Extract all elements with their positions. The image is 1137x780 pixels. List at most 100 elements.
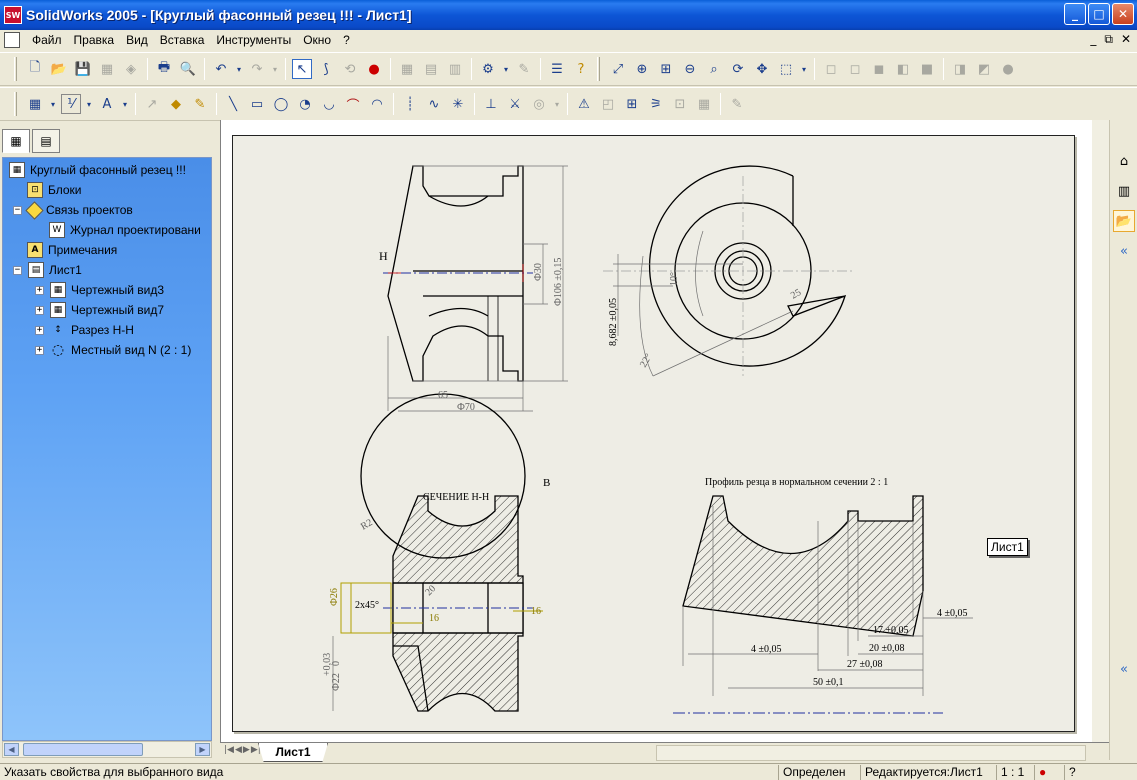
help-icon[interactable]: ? xyxy=(571,59,591,79)
tree-node-design-binder[interactable]: − Связь проектов xyxy=(13,200,133,220)
grid-icon-1[interactable]: ▦ xyxy=(397,59,417,79)
sketch-fillet-icon[interactable]: ◎ xyxy=(529,94,549,114)
tree-node-detail-view[interactable]: + ◌ Местный вид N (2 : 1) xyxy=(35,340,191,360)
rectangle-tool-icon[interactable]: ▭ xyxy=(247,94,267,114)
modify-sketch-icon[interactable]: ⚞ xyxy=(646,94,666,114)
line-format-icon[interactable]: ⅟ xyxy=(61,94,81,114)
select-filter-icon[interactable]: ⟆ xyxy=(316,59,336,79)
grid-icon-3[interactable]: ▥ xyxy=(445,59,465,79)
collapse-pane-icon[interactable]: « xyxy=(1113,240,1135,262)
toolbar-grip[interactable] xyxy=(14,57,17,81)
dim-10deg[interactable]: 10° xyxy=(669,272,680,286)
shaded-edges-icon[interactable]: ◧ xyxy=(893,59,913,79)
dim-50[interactable]: 50 ±0,1 xyxy=(813,677,844,688)
font-dropdown-icon[interactable]: ▾ xyxy=(121,94,129,114)
dim-65[interactable]: 65 xyxy=(438,390,448,401)
minimize-button[interactable]: _ xyxy=(1064,3,1086,25)
edit-sketch-icon[interactable]: ✎ xyxy=(514,59,534,79)
dim-4a[interactable]: 4 ±0,05 xyxy=(937,608,968,619)
tangent-arc-icon[interactable]: ◡ xyxy=(319,94,339,114)
document-menu-icon[interactable] xyxy=(4,32,20,48)
new-file-icon[interactable]: 🗋 xyxy=(25,59,45,79)
dim-16b[interactable]: 16 xyxy=(531,606,541,617)
properties-icon[interactable]: ☰ xyxy=(547,59,567,79)
graphics-vertical-scrollbar[interactable] xyxy=(1092,120,1109,742)
section-view-toggle-icon[interactable]: ◨ xyxy=(950,59,970,79)
layer-icon[interactable]: ▦ xyxy=(25,94,45,114)
doc-restore-button[interactable]: ⧉ xyxy=(1104,32,1113,47)
centerline-icon[interactable]: ┊ xyxy=(400,94,420,114)
expand-icon[interactable]: + xyxy=(35,305,44,315)
home-icon[interactable]: ⌂ xyxy=(1113,150,1135,172)
circle-tool-icon[interactable]: ◯ xyxy=(271,94,291,114)
solidworks-app-icon[interactable]: SW xyxy=(4,6,22,24)
dim-22[interactable]: Ф22 xyxy=(331,673,342,691)
dim-4b[interactable]: 4 ±0,05 xyxy=(751,644,782,655)
make-assembly-icon[interactable]: ◈ xyxy=(121,59,141,79)
redo-dropdown-icon[interactable]: ▾ xyxy=(271,59,279,79)
menu-edit[interactable]: Правка xyxy=(68,33,121,47)
sheet-tab-active[interactable]: Лист1 xyxy=(258,743,328,762)
drawing-canvas[interactable]: Н B СЕЧЕНИЕ Н-Н Профиль резца в нормальн… xyxy=(233,136,1076,733)
move-entities-icon[interactable]: ⊡ xyxy=(670,94,690,114)
collapse-icon[interactable]: − xyxy=(13,265,22,275)
side-view[interactable] xyxy=(603,165,853,376)
dim-tol0[interactable]: 0 xyxy=(331,661,342,666)
zoom-in-icon[interactable]: ⊕ xyxy=(632,59,652,79)
balloon-icon[interactable]: ✎ xyxy=(190,94,210,114)
doc-close-button[interactable]: ✕ xyxy=(1121,32,1131,47)
expand-icon[interactable]: + xyxy=(35,345,44,355)
realview-icon[interactable]: ● xyxy=(998,59,1018,79)
close-button[interactable]: ✕ xyxy=(1112,3,1134,25)
dim-27[interactable]: 27 ±0,08 xyxy=(847,659,883,670)
toolbar-grip[interactable] xyxy=(14,92,17,116)
fillet-dropdown-icon[interactable]: ▾ xyxy=(553,94,561,114)
save-icon[interactable]: 💾 xyxy=(73,59,93,79)
grid-icon-2[interactable]: ▤ xyxy=(421,59,441,79)
profile-view[interactable] xyxy=(682,495,924,637)
scroll-thumb[interactable] xyxy=(23,743,143,756)
dim-22deg[interactable]: 22° xyxy=(638,352,655,370)
zoom-area-icon[interactable]: ⊞ xyxy=(656,59,676,79)
expand-pane-icon[interactable]: « xyxy=(1113,658,1135,680)
tree-node-drawing-view7[interactable]: + ▦ Чертежный вид7 xyxy=(35,300,164,320)
view-dropdown-icon[interactable]: ▾ xyxy=(800,59,808,79)
tree-node-blocks[interactable]: ⊡ Блоки xyxy=(27,180,82,200)
menu-file[interactable]: Файл xyxy=(26,33,68,47)
tree-node-sheet1[interactable]: − ▤ Лист1 xyxy=(13,260,82,280)
dim-17[interactable]: 17 ±0,05 xyxy=(873,625,909,636)
wireframe-icon[interactable]: ◻ xyxy=(821,59,841,79)
zoom-to-fit-icon[interactable]: ⤢ xyxy=(608,59,628,79)
first-sheet-icon[interactable]: |◀ xyxy=(224,745,234,755)
prev-sheet-icon[interactable]: ◀ xyxy=(235,745,242,755)
help-status-icon[interactable]: ? xyxy=(1064,765,1094,780)
maximize-button[interactable]: □ xyxy=(1088,3,1110,25)
tree-node-drawing-view3[interactable]: + ▦ Чертежный вид3 xyxy=(35,280,164,300)
graphics-horizontal-scrollbar[interactable] xyxy=(656,745,1086,761)
pan-icon[interactable]: ✥ xyxy=(752,59,772,79)
rotate-view-icon[interactable]: ⟳ xyxy=(728,59,748,79)
dim-8682[interactable]: 8,682 ±0,05 xyxy=(608,298,619,346)
three-point-arc-icon[interactable]: ⌒ xyxy=(343,94,363,114)
section-view[interactable] xyxy=(383,495,533,712)
select-arrow-icon[interactable]: ↖ xyxy=(292,59,312,79)
tree-node-section-view[interactable]: + ↕ Разрез Н-Н xyxy=(35,320,134,340)
menu-tools[interactable]: Инструменты xyxy=(210,33,297,47)
dim-25[interactable]: 25 xyxy=(789,287,803,302)
spline-icon[interactable]: ∿ xyxy=(424,94,444,114)
front-view[interactable] xyxy=(383,165,533,382)
note-icon[interactable]: ◆ xyxy=(166,94,186,114)
print-icon[interactable]: 🖶 xyxy=(154,59,174,79)
undo-icon[interactable]: ↶ xyxy=(211,59,231,79)
next-sheet-icon[interactable]: ▶ xyxy=(243,745,250,755)
open-folder-icon[interactable]: 📂 xyxy=(49,59,69,79)
add-relation-icon[interactable]: ⚠ xyxy=(574,94,594,114)
menu-insert[interactable]: Вставка xyxy=(154,33,211,47)
dim-106[interactable]: Ф106 ±0,15 xyxy=(553,258,564,306)
library-icon[interactable]: ▥ xyxy=(1113,180,1135,202)
dim-70[interactable]: Ф70 xyxy=(457,402,475,413)
hidden-lines-removed-icon[interactable]: ◼ xyxy=(869,59,889,79)
collapse-icon[interactable]: − xyxy=(13,205,22,215)
feature-manager-tab[interactable]: ▦ xyxy=(2,129,30,153)
perspective-icon[interactable]: ◩ xyxy=(974,59,994,79)
